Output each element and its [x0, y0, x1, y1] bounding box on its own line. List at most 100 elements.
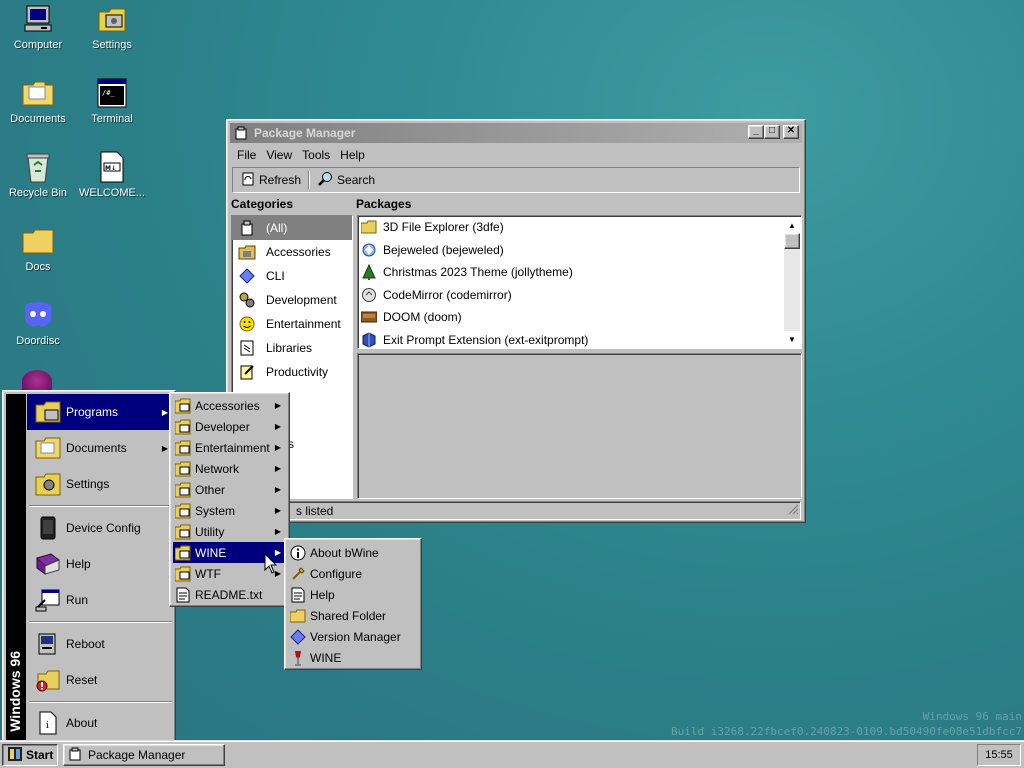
package-item-3dfe[interactable]: 3D File Explorer (3dfe)	[358, 216, 801, 239]
minimize-icon: _	[753, 125, 759, 136]
wine-item-label: Help	[310, 587, 335, 602]
program-group-icon	[175, 503, 191, 519]
programs-item-label: Other	[195, 482, 226, 497]
programs-item-network[interactable]: Network ▶	[173, 458, 286, 479]
programs-item-label: README.txt	[195, 587, 263, 602]
category-item-productivity[interactable]: Productivity	[232, 360, 352, 384]
start-menu-item-help[interactable]: Help	[27, 546, 174, 582]
start-menu-banner: Windows 96	[6, 394, 26, 740]
window-titlebar[interactable]: Package Manager	[230, 123, 802, 143]
desktop-icon-docs[interactable]: Docs	[1, 224, 75, 273]
wine-item-shared-folder[interactable]: Shared Folder	[288, 605, 418, 626]
program-group-icon	[175, 419, 191, 435]
programs-item-label: WTF	[195, 566, 221, 581]
taskbar: Start Package Manager 15:55	[0, 740, 1024, 768]
codemirror-icon	[361, 287, 377, 303]
category-item-accessories[interactable]: Accessories	[232, 240, 352, 264]
partial-desktop-icon[interactable]	[22, 370, 52, 392]
programs-item-utility[interactable]: Utility ▶	[173, 521, 286, 542]
taskbar-clock[interactable]: 15:55	[977, 744, 1021, 766]
doom-icon	[361, 309, 377, 325]
category-item-entertainment[interactable]: Entertainment	[232, 312, 352, 336]
scroll-down-button[interactable]: ▼	[784, 331, 800, 347]
package-item-codemirror[interactable]: CodeMirror (codemirror)	[358, 284, 801, 307]
desktop-icon-label: Doordisc	[16, 335, 60, 347]
about-icon: i	[35, 710, 61, 736]
wine-item-configure[interactable]: Configure	[288, 563, 418, 584]
desktop-icon-computer[interactable]: Computer	[1, 2, 75, 51]
package-item-bejeweled[interactable]: Bejeweled (bejeweled)	[358, 239, 801, 262]
program-group-icon	[175, 524, 191, 540]
programs-item-accessories[interactable]: Accessories ▶	[173, 395, 286, 416]
programs-item-readme[interactable]: README.txt	[173, 584, 286, 605]
categories-header: Categories	[231, 197, 294, 211]
device-icon	[35, 515, 61, 541]
search-button[interactable]: Search	[312, 170, 380, 190]
start-menu-label: Reboot	[66, 637, 105, 651]
desktop-icon-doordisc[interactable]: Doordisc	[1, 298, 75, 347]
package-item-ext-exitprompt[interactable]: Exit Prompt Extension (ext-exitprompt)	[358, 329, 801, 352]
package-label: Christmas 2023 Theme (jollytheme)	[383, 265, 573, 280]
chevron-right-icon: ▶	[274, 401, 281, 410]
start-menu-item-device-config[interactable]: Device Config	[27, 510, 174, 546]
start-menu-separator	[29, 701, 172, 703]
category-item-all[interactable]: (All)	[232, 216, 352, 240]
category-item-development[interactable]: Development	[232, 288, 352, 312]
maximize-button[interactable]: □	[764, 125, 780, 139]
desktop-icon-documents[interactable]: Documents	[1, 76, 75, 125]
reset-icon	[35, 667, 61, 693]
start-menu-item-settings[interactable]: Settings	[27, 466, 174, 502]
search-icon	[317, 171, 333, 190]
desktop-icon-settings[interactable]: Settings	[75, 2, 149, 51]
extension-icon	[361, 332, 377, 348]
package-item-doom[interactable]: DOOM (doom)	[358, 306, 801, 329]
packages-scrollbar[interactable]: ▲ ▼	[784, 217, 800, 347]
start-menu-item-run[interactable]: Run	[27, 582, 174, 618]
wine-item-about-bwine[interactable]: About bWine	[288, 542, 418, 563]
refresh-label: Refresh	[259, 173, 302, 187]
menu-file[interactable]: File	[232, 148, 261, 162]
smiley-icon	[237, 314, 257, 334]
start-menu-item-programs[interactable]: Programs ▶	[27, 394, 174, 430]
svg-text:/#_: /#_	[102, 89, 115, 97]
resize-grip-icon[interactable]	[787, 503, 799, 518]
programs-item-entertainment[interactable]: Entertainment ▶	[173, 437, 286, 458]
menu-help[interactable]: Help	[335, 148, 370, 162]
start-menu-item-about[interactable]: i About	[27, 705, 174, 741]
start-menu-item-reboot[interactable]: Reboot	[27, 626, 174, 662]
menu-view[interactable]: View	[261, 148, 297, 162]
start-menu-banner-text: Windows 96	[7, 651, 23, 732]
package-item-jollytheme[interactable]: Christmas 2023 Theme (jollytheme)	[358, 261, 801, 284]
start-menu-item-reset[interactable]: Reset	[27, 662, 174, 698]
close-button[interactable]: ✕	[783, 125, 799, 139]
desktop-icon-recycle-bin[interactable]: Recycle Bin	[1, 150, 75, 199]
wine-item-version-manager[interactable]: Version Manager	[288, 626, 418, 647]
folder-icon	[21, 76, 55, 110]
category-item-cli[interactable]: CLI	[232, 264, 352, 288]
programs-item-other[interactable]: Other ▶	[173, 479, 286, 500]
watermark-line-2: Build i3268.22fbcef0.240823-0109.bd50490…	[671, 725, 1022, 738]
scroll-thumb[interactable]	[784, 233, 800, 249]
start-menu-item-documents[interactable]: Documents ▶	[27, 430, 174, 466]
desktop-icon-label: Settings	[92, 39, 132, 51]
diamond-icon	[237, 266, 257, 286]
programs-item-system[interactable]: System ▶	[173, 500, 286, 521]
programs-item-developer[interactable]: Developer ▶	[173, 416, 286, 437]
start-button[interactable]: Start	[2, 744, 58, 766]
wine-item-wine[interactable]: WINE	[288, 647, 418, 668]
start-menu-label: About	[66, 716, 98, 730]
category-label: (All)	[266, 221, 288, 235]
category-item-libraries[interactable]: Libraries	[232, 336, 352, 360]
wine-item-help[interactable]: Help	[288, 584, 418, 605]
menu-tools[interactable]: Tools	[297, 148, 335, 162]
scroll-up-button[interactable]: ▲	[784, 217, 800, 233]
desktop-icon-terminal[interactable]: /#_ Terminal	[75, 76, 149, 125]
info-icon	[290, 545, 306, 561]
packages-header: Packages	[356, 197, 412, 211]
minimize-button[interactable]: _	[748, 125, 764, 139]
taskbar-item-package-manager[interactable]: Package Manager	[63, 744, 225, 766]
desktop-icon-welcome[interactable]: M↓ WELCOME...	[75, 150, 149, 199]
documents-folder-icon	[35, 435, 61, 461]
refresh-button[interactable]: Refresh	[236, 170, 306, 190]
desktop-icon-label: Docs	[25, 261, 51, 273]
